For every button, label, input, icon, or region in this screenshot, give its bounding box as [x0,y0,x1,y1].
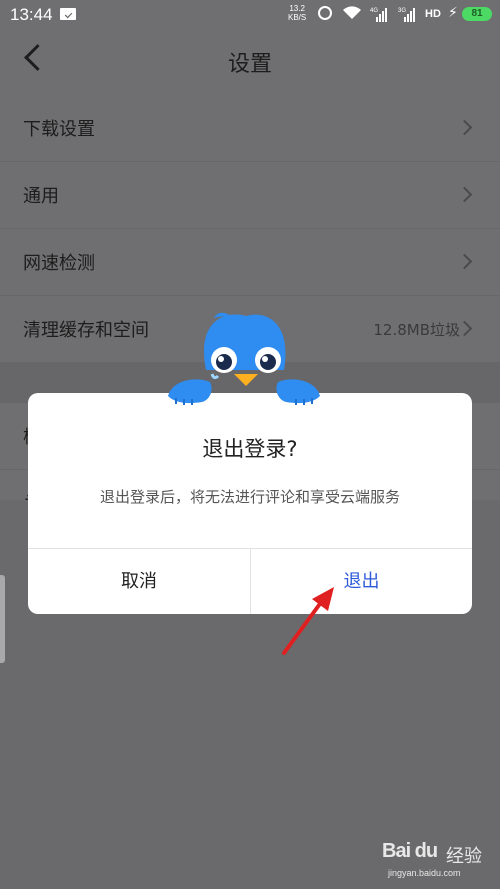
watermark-brand: Bai du [382,840,438,862]
wifi-icon [343,6,361,20]
dialog-title: 退出登录? [202,437,298,461]
settings-item-speed-test[interactable]: 网速检测 [0,229,500,296]
settings-item-label: 下载设置 [23,119,95,140]
page-title: 设置 [227,52,272,77]
annotation-arrow-icon [282,587,334,655]
alarm-icon [318,6,332,20]
settings-item-download[interactable]: 下载设置 [0,95,500,162]
mascot-bird-icon [168,312,320,405]
chevron-right-icon [456,253,473,270]
settings-item-general[interactable]: 通用 [0,162,500,229]
settings-item-label: 通用 [23,186,59,207]
logout-dialog: 退出登录? 退出登录后，将无法进行评论和享受云端服务 取消 退出 [28,393,472,614]
signal-4g-icon: 4G [370,8,387,22]
side-drawer-handle[interactable] [0,575,5,663]
signal-3g-icon: 3G [398,8,415,22]
settings-item-label: 网速检测 [23,253,95,274]
charging-icon: ⚡ [448,5,458,21]
network-speed-value: 13.2 [289,4,305,13]
chevron-right-icon [456,119,473,136]
watermark-brand-cn: 经验 [446,846,482,867]
cancel-button[interactable]: 取消 [28,549,250,614]
baidu-jingyan-watermark: Bai du 经验 jingyan.baidu.com [378,840,496,884]
cache-size-value: 12.8MB垃圾 [373,321,460,339]
header: 设置 [0,28,500,94]
status-time: 13:44 [10,5,53,24]
battery-indicator: 81 [462,7,492,21]
message-icon [60,8,76,20]
chevron-right-icon [456,186,473,203]
dialog-message: 退出登录后，将无法进行评论和享受云端服务 [99,488,400,506]
status-bar: 13:44 13.2 KB/S 4G 3G HD ⚡ 81 [0,0,500,28]
signal-4g-label: 4G [370,8,378,14]
settings-item-label: 清理缓存和空间 [23,320,149,341]
network-speed-unit: KB/S [288,13,307,22]
watermark-site: jingyan.baidu.com [388,868,461,878]
hd-voice-icon: HD [425,8,441,20]
signal-3g-label: 3G [398,8,406,14]
network-speed: 13.2 KB/S [288,4,306,22]
